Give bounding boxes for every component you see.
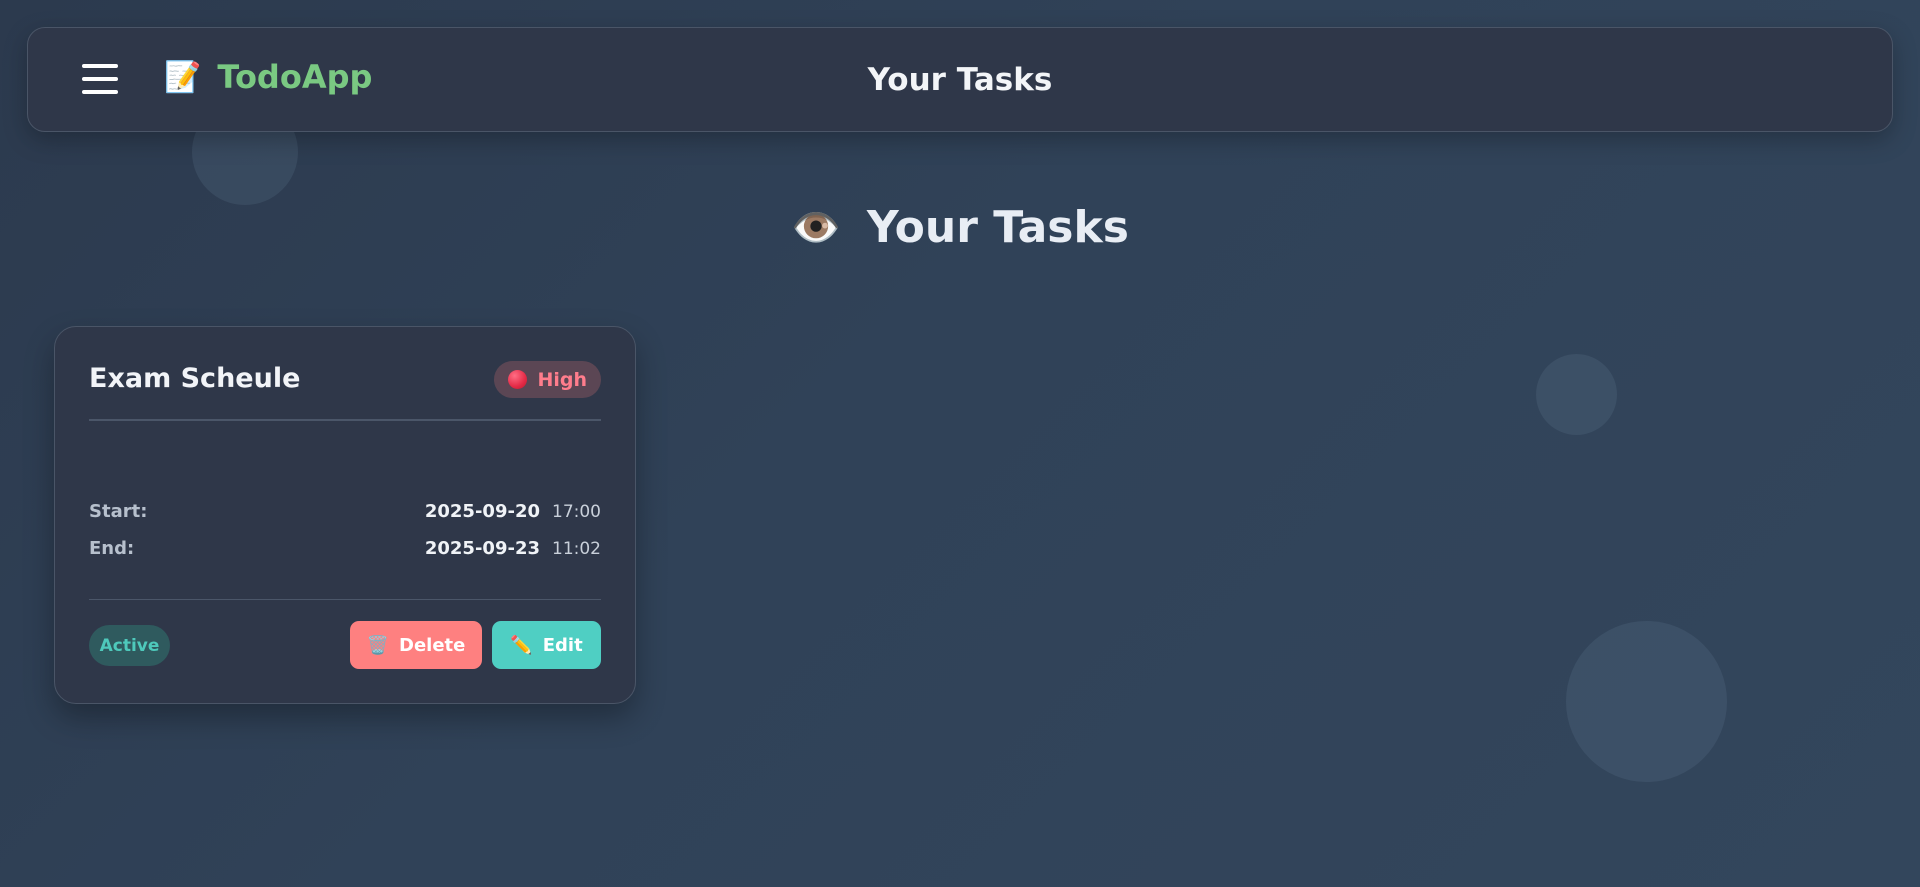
- navbar-title: Your Tasks: [867, 62, 1053, 98]
- divider: [89, 419, 601, 421]
- priority-badge: High: [494, 361, 601, 398]
- start-date: 2025-09-20: [424, 501, 540, 522]
- end-row: End: 2025-09-23 11:02: [89, 538, 601, 559]
- eye-icon: 👁️: [791, 205, 841, 251]
- trash-icon: 🗑️: [366, 634, 390, 656]
- delete-button[interactable]: 🗑️ Delete: [350, 621, 482, 669]
- end-label: End:: [89, 538, 135, 559]
- task-title: Exam Scheule: [89, 363, 301, 394]
- decorative-bubble: [1566, 621, 1727, 782]
- edit-button[interactable]: ✏️ Edit: [492, 621, 601, 669]
- decorative-bubble: [1536, 354, 1617, 435]
- page-heading: 👁️ Your Tasks: [0, 202, 1920, 253]
- end-time: 11:02: [552, 538, 601, 559]
- red-circle-icon: [508, 370, 528, 389]
- status-label: Active: [99, 635, 160, 656]
- start-time: 17:00: [552, 501, 601, 522]
- divider: [89, 599, 601, 600]
- status-badge: Active: [89, 625, 170, 666]
- page-title: Your Tasks: [866, 202, 1129, 253]
- priority-label: High: [537, 368, 587, 391]
- end-date: 2025-09-23: [424, 538, 540, 559]
- delete-label: Delete: [399, 634, 466, 656]
- start-label: Start:: [89, 501, 148, 522]
- task-card: Exam Scheule High Start: 2025-09-20 17:0…: [54, 326, 636, 704]
- pencil-icon: ✏️: [510, 634, 533, 656]
- navbar: 📝 TodoApp Your Tasks: [27, 27, 1893, 132]
- edit-label: Edit: [542, 634, 583, 656]
- start-row: Start: 2025-09-20 17:00: [89, 501, 601, 522]
